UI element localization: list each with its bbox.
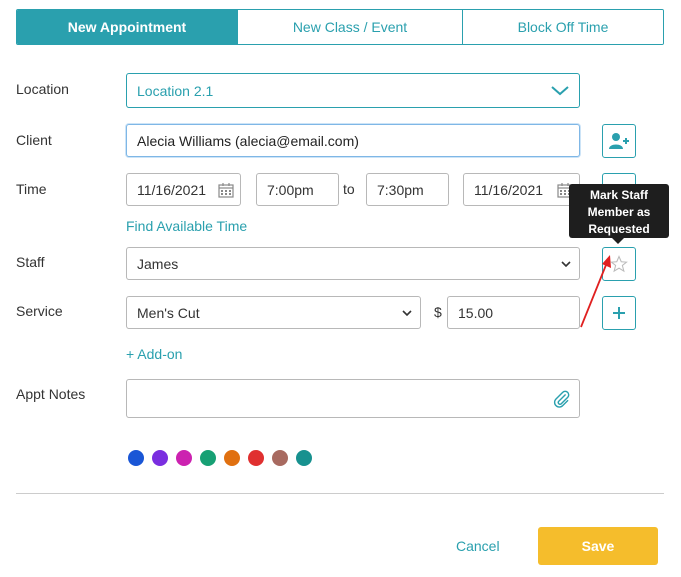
tab-new-class-event[interactable]: New Class / Event (237, 10, 462, 44)
end-time-input[interactable]: 7:30pm (366, 173, 449, 206)
tooltip-tail (612, 238, 624, 244)
find-available-time-link[interactable]: Find Available Time (126, 218, 247, 234)
cancel-button[interactable]: Cancel (456, 538, 500, 554)
staff-select[interactable]: James (126, 247, 580, 280)
client-label: Client (16, 132, 52, 148)
tab-new-appointment[interactable]: New Appointment (17, 10, 237, 44)
paperclip-icon[interactable] (551, 389, 571, 409)
service-select[interactable]: Men's Cut (126, 296, 421, 329)
start-date-input[interactable]: 11/16/2021 (126, 173, 241, 206)
add-service-button[interactable] (602, 296, 636, 330)
color-swatch-orange[interactable] (224, 450, 240, 466)
color-swatch-purple[interactable] (152, 450, 168, 466)
add-user-icon (609, 133, 629, 149)
price-value: 15.00 (458, 304, 494, 321)
color-swatch-red[interactable] (248, 450, 264, 466)
add-on-link[interactable]: + Add-on (126, 346, 182, 362)
chevron-down-icon (561, 260, 571, 267)
appointment-type-tabs: New Appointment New Class / Event Block … (16, 9, 664, 45)
staff-value: James (137, 255, 179, 272)
color-swatch-green[interactable] (200, 450, 216, 466)
color-swatch-blue[interactable] (128, 450, 144, 466)
appt-notes-input[interactable] (126, 379, 580, 418)
client-value: Alecia Williams (alecia@email.com) (137, 132, 359, 149)
tab-block-off-time[interactable]: Block Off Time (462, 10, 663, 44)
color-swatch-magenta[interactable] (176, 450, 192, 466)
location-value: Location 2.1 (137, 82, 214, 99)
end-date-value: 11/16/2021 (474, 181, 544, 198)
client-input[interactable]: Alecia Williams (alecia@email.com) (126, 124, 580, 157)
chevron-down-icon (551, 85, 569, 95)
color-swatch-teal[interactable] (296, 450, 312, 466)
end-date-input[interactable]: 11/16/2021 (463, 173, 580, 206)
price-input[interactable]: 15.00 (447, 296, 580, 329)
service-label: Service (16, 303, 63, 319)
chevron-down-icon (402, 309, 412, 316)
time-label: Time (16, 181, 47, 197)
appt-notes-label: Appt Notes (16, 386, 86, 402)
service-value: Men's Cut (137, 304, 200, 321)
location-label: Location (16, 81, 69, 97)
color-swatches (128, 450, 312, 466)
calendar-icon (218, 182, 234, 198)
color-swatch-brown[interactable] (272, 450, 288, 466)
save-button[interactable]: Save (538, 527, 658, 565)
start-time-input[interactable]: 7:00pm (256, 173, 339, 206)
divider (16, 493, 664, 494)
location-select[interactable]: Location 2.1 (126, 73, 580, 108)
end-time-value: 7:30pm (377, 181, 424, 198)
tooltip: Mark Staff Member as Requested (569, 184, 669, 238)
currency-symbol: $ (434, 304, 442, 320)
time-separator: to (343, 181, 355, 197)
plus-icon (613, 307, 625, 319)
staff-label: Staff (16, 254, 45, 270)
start-date-value: 11/16/2021 (137, 181, 207, 198)
add-client-button[interactable] (602, 124, 636, 158)
start-time-value: 7:00pm (267, 181, 314, 198)
